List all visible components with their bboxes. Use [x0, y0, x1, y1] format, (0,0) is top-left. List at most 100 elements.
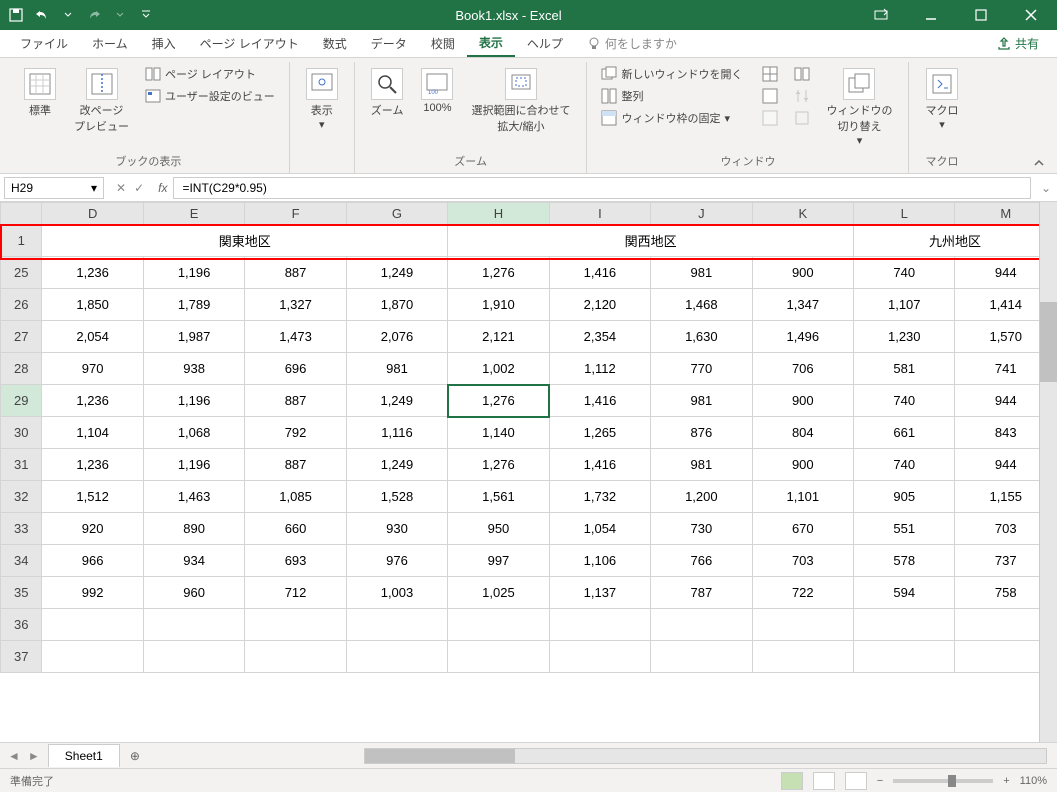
cell-I25[interactable]: 1,416: [549, 257, 650, 289]
tell-me[interactable]: 何をしますか: [575, 35, 689, 52]
cell-E26[interactable]: 1,789: [143, 289, 244, 321]
redo-dropdown-icon[interactable]: [112, 7, 128, 23]
cell-H26[interactable]: 1,910: [448, 289, 549, 321]
cell-D27[interactable]: 2,054: [42, 321, 143, 353]
share-button[interactable]: 共有: [987, 31, 1049, 56]
cell-G34[interactable]: 976: [346, 545, 447, 577]
cell-H28[interactable]: 1,002: [448, 353, 549, 385]
cell-J32[interactable]: 1,200: [651, 481, 752, 513]
cell-G33[interactable]: 930: [346, 513, 447, 545]
cell-G37[interactable]: [346, 641, 447, 673]
cell-D32[interactable]: 1,512: [42, 481, 143, 513]
show-button[interactable]: 表示 ▾: [300, 64, 344, 135]
ribbon-display-icon[interactable]: [863, 1, 899, 29]
cell-E28[interactable]: 938: [143, 353, 244, 385]
cell-J35[interactable]: 787: [651, 577, 752, 609]
cell-J30[interactable]: 876: [651, 417, 752, 449]
cell-I35[interactable]: 1,137: [549, 577, 650, 609]
cell-I36[interactable]: [549, 609, 650, 641]
zoom-level[interactable]: 110%: [1020, 775, 1047, 787]
pagebreak-status-button[interactable]: [845, 772, 867, 790]
cell-G32[interactable]: 1,528: [346, 481, 447, 513]
cell-H29[interactable]: 1,276: [448, 385, 549, 417]
row-head-1[interactable]: 1: [1, 225, 42, 257]
cell-I32[interactable]: 1,732: [549, 481, 650, 513]
cell-F33[interactable]: 660: [245, 513, 346, 545]
cell-G26[interactable]: 1,870: [346, 289, 447, 321]
cell-L35[interactable]: 594: [854, 577, 955, 609]
cell-J25[interactable]: 981: [651, 257, 752, 289]
cell-L36[interactable]: [854, 609, 955, 641]
cell-I33[interactable]: 1,054: [549, 513, 650, 545]
cell-J33[interactable]: 730: [651, 513, 752, 545]
zoom-in-button[interactable]: +: [1003, 775, 1009, 787]
row-head-28[interactable]: 28: [1, 353, 42, 385]
zoom-button[interactable]: ズーム: [365, 64, 410, 122]
cell-F34[interactable]: 693: [245, 545, 346, 577]
cell-G30[interactable]: 1,116: [346, 417, 447, 449]
expand-formula-icon[interactable]: ⌄: [1035, 181, 1057, 195]
cell-K30[interactable]: 804: [752, 417, 853, 449]
row-head-32[interactable]: 32: [1, 481, 42, 513]
col-head-J[interactable]: J: [651, 203, 752, 225]
row-head-34[interactable]: 34: [1, 545, 42, 577]
cell-G36[interactable]: [346, 609, 447, 641]
row-head-37[interactable]: 37: [1, 641, 42, 673]
cell-F27[interactable]: 1,473: [245, 321, 346, 353]
cell-J31[interactable]: 981: [651, 449, 752, 481]
cell-J37[interactable]: [651, 641, 752, 673]
cell-D34[interactable]: 966: [42, 545, 143, 577]
cell-K25[interactable]: 900: [752, 257, 853, 289]
minimize-icon[interactable]: [913, 1, 949, 29]
cancel-formula-icon[interactable]: ✕: [116, 181, 126, 195]
cell-G35[interactable]: 1,003: [346, 577, 447, 609]
cell-H31[interactable]: 1,276: [448, 449, 549, 481]
cell-H33[interactable]: 950: [448, 513, 549, 545]
cell-F25[interactable]: 887: [245, 257, 346, 289]
cell-F30[interactable]: 792: [245, 417, 346, 449]
cell-E33[interactable]: 890: [143, 513, 244, 545]
cell-L29[interactable]: 740: [854, 385, 955, 417]
cell-H32[interactable]: 1,561: [448, 481, 549, 513]
cell-H25[interactable]: 1,276: [448, 257, 549, 289]
cell-K34[interactable]: 703: [752, 545, 853, 577]
cell-E36[interactable]: [143, 609, 244, 641]
col-head-F[interactable]: F: [245, 203, 346, 225]
pagelayout-view-button[interactable]: ページ レイアウト: [141, 64, 279, 84]
cell-H30[interactable]: 1,140: [448, 417, 549, 449]
cell-F26[interactable]: 1,327: [245, 289, 346, 321]
cell-D30[interactable]: 1,104: [42, 417, 143, 449]
col-head-I[interactable]: I: [549, 203, 650, 225]
macro-button[interactable]: マクロ ▾: [919, 64, 964, 135]
undo-dropdown-icon[interactable]: [60, 7, 76, 23]
cell-I30[interactable]: 1,265: [549, 417, 650, 449]
zoom-slider[interactable]: [893, 779, 993, 783]
fx-icon[interactable]: fx: [152, 181, 173, 195]
cell-K35[interactable]: 722: [752, 577, 853, 609]
tab-help[interactable]: ヘルプ: [515, 31, 575, 56]
cell-E30[interactable]: 1,068: [143, 417, 244, 449]
row-head-27[interactable]: 27: [1, 321, 42, 353]
row-head-33[interactable]: 33: [1, 513, 42, 545]
cell-J36[interactable]: [651, 609, 752, 641]
cell-K37[interactable]: [752, 641, 853, 673]
qat-customize-icon[interactable]: [138, 7, 154, 23]
cell-D31[interactable]: 1,236: [42, 449, 143, 481]
zoom-100-button[interactable]: 100 100%: [415, 64, 459, 118]
row-head-26[interactable]: 26: [1, 289, 42, 321]
cell-H37[interactable]: [448, 641, 549, 673]
add-sheet-button[interactable]: ⊕: [120, 749, 150, 763]
cell-header-kyushu[interactable]: 九州地区: [854, 225, 1057, 257]
select-all-corner[interactable]: [1, 203, 42, 225]
pagelayout-status-button[interactable]: [813, 772, 835, 790]
normal-view-status-button[interactable]: [781, 772, 803, 790]
col-head-G[interactable]: G: [346, 203, 447, 225]
freeze-panes-button[interactable]: ウィンドウ枠の固定 ▾: [597, 108, 746, 128]
unhide-button[interactable]: [758, 108, 782, 128]
cell-K33[interactable]: 670: [752, 513, 853, 545]
tab-file[interactable]: ファイル: [8, 31, 80, 56]
cell-F37[interactable]: [245, 641, 346, 673]
split-button[interactable]: [758, 64, 782, 84]
custom-view-button[interactable]: ユーザー設定のビュー: [141, 86, 279, 106]
col-head-E[interactable]: E: [143, 203, 244, 225]
